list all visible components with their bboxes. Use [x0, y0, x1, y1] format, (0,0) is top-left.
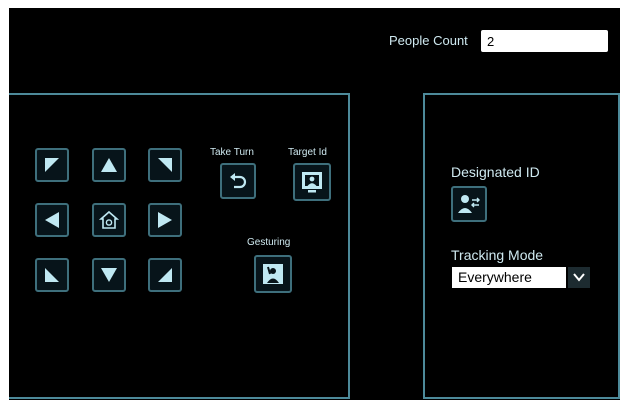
chevron-down-icon	[573, 273, 585, 282]
take-turn-label: Take Turn	[210, 147, 254, 158]
arrow-down-right-icon	[158, 268, 172, 282]
home-button[interactable]	[92, 203, 126, 237]
arrow-right-icon	[158, 212, 172, 228]
target-id-label: Target Id	[288, 147, 327, 158]
move-right-button[interactable]	[148, 203, 182, 237]
move-up-right-button[interactable]	[148, 148, 182, 182]
move-up-left-button[interactable]	[35, 148, 69, 182]
arrow-up-icon	[101, 158, 117, 172]
control-panel	[9, 93, 350, 399]
gesturing-label: Gesturing	[247, 237, 291, 248]
arrow-up-left-icon	[45, 158, 59, 172]
move-left-button[interactable]	[35, 203, 69, 237]
move-up-button[interactable]	[92, 148, 126, 182]
target-monitor-icon	[302, 172, 322, 193]
designated-id-label: Designated ID	[451, 164, 540, 180]
arrow-down-left-icon	[45, 268, 59, 282]
gesturing-button[interactable]	[254, 255, 292, 293]
tracking-panel	[423, 93, 620, 399]
arrow-down-icon	[101, 268, 117, 282]
person-gesture-icon	[263, 264, 283, 284]
tracking-mode-dropdown-button[interactable]	[568, 267, 590, 288]
move-down-left-button[interactable]	[35, 258, 69, 292]
person-swap-icon	[458, 195, 480, 213]
arrow-left-icon	[45, 212, 59, 228]
arrow-up-right-icon	[158, 158, 172, 172]
home-icon	[99, 210, 119, 229]
designated-id-button[interactable]	[451, 186, 487, 222]
move-down-button[interactable]	[92, 258, 126, 292]
people-count-field[interactable]	[481, 30, 608, 52]
tracking-mode-label: Tracking Mode	[451, 247, 544, 263]
move-down-right-button[interactable]	[148, 258, 182, 292]
turn-arrow-icon	[230, 173, 247, 189]
tracking-mode-select[interactable]: Everywhere	[452, 267, 566, 288]
take-turn-button[interactable]	[220, 163, 256, 199]
target-id-button[interactable]	[293, 163, 331, 201]
people-count-label: People Count	[389, 33, 468, 48]
